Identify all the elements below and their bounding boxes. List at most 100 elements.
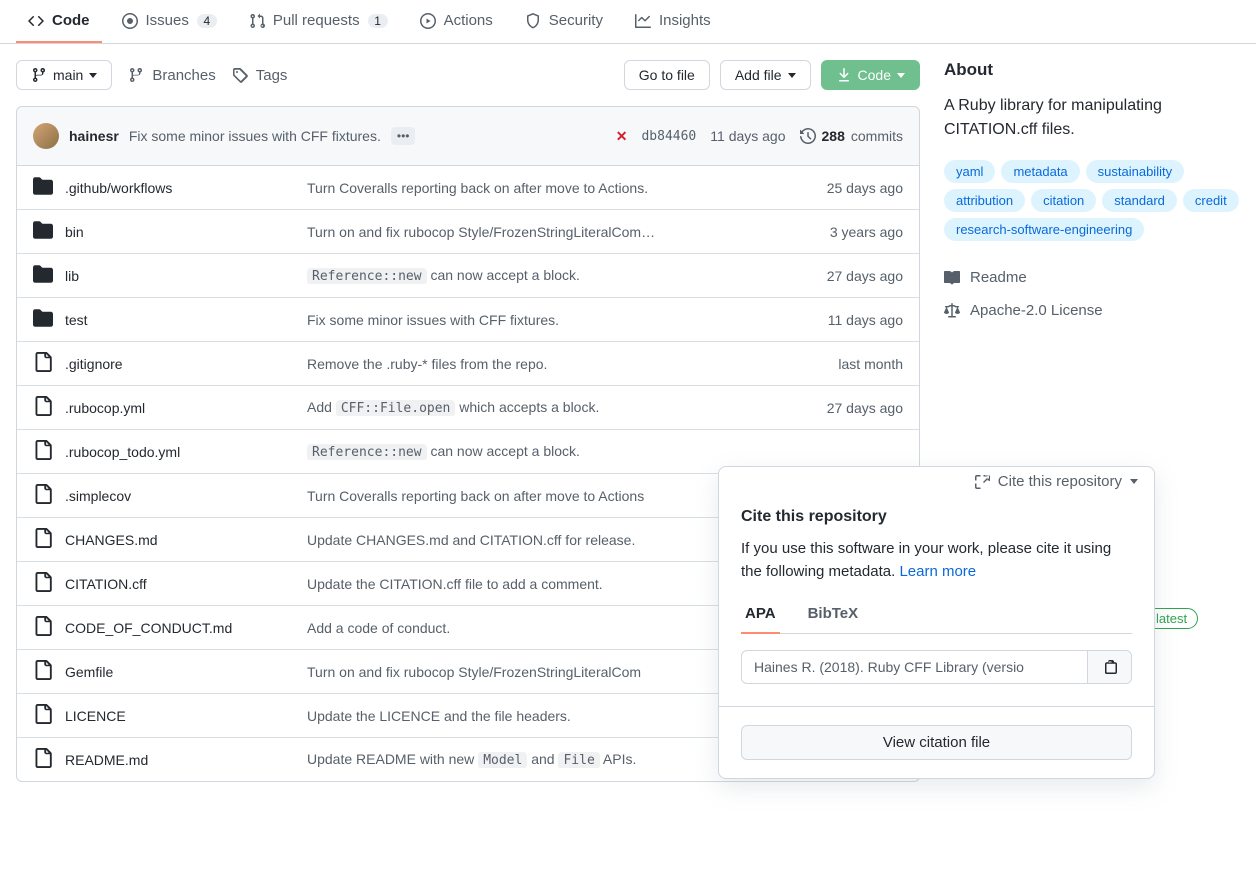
tab-label: Pull requests (273, 12, 360, 29)
file-name[interactable]: .gitignore (65, 356, 295, 372)
tab-insights[interactable]: Insights (623, 0, 723, 43)
cite-trigger-label: Cite this repository (998, 473, 1122, 490)
file-commit-message[interactable]: Turn Coveralls reporting back on after m… (307, 180, 815, 196)
file-icon (33, 748, 53, 771)
file-commit-message[interactable]: Reference::new can now accept a block. (307, 443, 891, 460)
add-file-button[interactable]: Add file (720, 60, 811, 90)
license-link[interactable]: Apache-2.0 License (944, 294, 1240, 327)
file-name[interactable]: .simplecov (65, 488, 295, 504)
tab-badge: 4 (197, 14, 217, 28)
about-heading: About (944, 60, 1240, 80)
commits-count: 288 (822, 128, 845, 144)
readme-link[interactable]: Readme (944, 261, 1240, 294)
file-name[interactable]: CHANGES.md (65, 532, 295, 548)
file-icon (33, 616, 53, 639)
topic-tag[interactable]: attribution (944, 189, 1025, 212)
topic-tag[interactable]: yaml (944, 160, 995, 183)
file-name[interactable]: LICENCE (65, 708, 295, 724)
file-icon (33, 396, 53, 419)
code-button[interactable]: Code (821, 60, 920, 90)
file-time: 11 days ago (828, 312, 903, 328)
topic-tag[interactable]: metadata (1001, 160, 1079, 183)
file-name[interactable]: test (65, 312, 295, 328)
copy-button[interactable] (1087, 651, 1131, 683)
citation-box: Haines R. (2018). Ruby CFF Library (vers… (741, 650, 1132, 684)
tab-issues[interactable]: Issues 4 (110, 0, 229, 43)
file-commit-message[interactable]: Remove the .ruby-* files from the repo. (307, 356, 826, 372)
file-name[interactable]: .rubocop_todo.yml (65, 444, 295, 460)
commit-author[interactable]: hainesr (69, 128, 119, 144)
ellipsis-button[interactable]: ••• (391, 127, 416, 145)
status-fail-icon[interactable]: ✕ (616, 128, 628, 145)
tab-code[interactable]: Code (16, 0, 102, 43)
avatar[interactable] (33, 123, 59, 149)
branch-selector[interactable]: main (16, 60, 112, 90)
file-name[interactable]: CODE_OF_CONDUCT.md (65, 620, 295, 636)
topics: yaml metadata sustainability attribution cit… (944, 160, 1240, 241)
file-name[interactable]: bin (65, 224, 295, 240)
shield-icon (525, 13, 541, 29)
file-icon (33, 440, 53, 463)
branch-icon (31, 67, 47, 83)
file-name[interactable]: CITATION.cff (65, 576, 295, 592)
history-icon (800, 128, 816, 144)
file-commit-message[interactable]: Fix some minor issues with CFF fixtures. (307, 312, 816, 328)
format-tab-bibtex[interactable]: BibTeX (804, 595, 863, 634)
law-icon (944, 303, 960, 319)
license-label: Apache-2.0 License (970, 302, 1103, 319)
file-icon (33, 528, 53, 551)
tab-label: Issues (146, 12, 189, 29)
topic-tag[interactable]: standard (1102, 189, 1177, 212)
file-name[interactable]: Gemfile (65, 664, 295, 680)
tab-label: Insights (659, 12, 711, 29)
tags-link[interactable]: Tags (232, 67, 288, 84)
file-name[interactable]: .rubocop.yml (65, 400, 295, 416)
file-icon (33, 572, 53, 595)
file-name[interactable]: lib (65, 268, 295, 284)
file-row: test Fix some minor issues with CFF fixtu… (17, 298, 919, 342)
tags-label: Tags (256, 67, 288, 84)
format-tab-apa[interactable]: APA (741, 595, 780, 634)
tab-pull-requests[interactable]: Pull requests 1 (237, 0, 400, 43)
readme-label: Readme (970, 269, 1027, 286)
branch-icon (128, 67, 144, 83)
file-name[interactable]: .github/workflows (65, 180, 295, 196)
cite-trigger[interactable]: Cite this repository (974, 473, 1138, 490)
view-citation-button[interactable]: View citation file (741, 725, 1132, 760)
file-row: .github/workflows Turn Coveralls reportin… (17, 166, 919, 210)
goto-file-button[interactable]: Go to file (624, 60, 710, 90)
topic-tag[interactable]: research-software-engineering (944, 218, 1144, 241)
file-name[interactable]: README.md (65, 752, 295, 768)
commit-time: 11 days ago (710, 128, 785, 144)
code-label: Code (858, 67, 891, 83)
commit-hash[interactable]: db84460 (641, 129, 696, 144)
tab-actions[interactable]: Actions (408, 0, 505, 43)
tab-security[interactable]: Security (513, 0, 615, 43)
file-commit-message[interactable]: Add CFF::File.open which accepts a block… (307, 399, 815, 416)
chevron-down-icon (897, 73, 905, 78)
book-icon (944, 270, 960, 286)
file-commit-message[interactable]: Turn on and fix rubocop Style/FrozenStri… (307, 224, 818, 240)
latest-commit: hainesr Fix some minor issues with CFF f… (16, 106, 920, 166)
tab-label: Actions (444, 12, 493, 29)
graph-icon (635, 13, 651, 29)
toolbar: main Branches Tags Go to file Add file (16, 60, 920, 90)
branches-label: Branches (152, 67, 215, 84)
download-icon (836, 67, 852, 83)
topic-tag[interactable]: citation (1031, 189, 1096, 212)
issue-icon (122, 13, 138, 29)
commits-link[interactable]: 288 commits (800, 128, 903, 144)
popover-text: If you use this software in your work, p… (741, 538, 1132, 583)
file-commit-message[interactable]: Reference::new can now accept a block. (307, 267, 815, 284)
file-row: .gitignore Remove the .ruby-* files from … (17, 342, 919, 386)
topic-tag[interactable]: credit (1183, 189, 1239, 212)
folder-icon (33, 176, 53, 199)
repo-tabs: Code Issues 4 Pull requests 1 Actions Se… (0, 0, 1256, 44)
commit-message[interactable]: Fix some minor issues with CFF fixtures. (129, 128, 381, 144)
branches-link[interactable]: Branches (128, 67, 215, 84)
popover-title: Cite this repository (741, 508, 1132, 526)
file-icon (33, 484, 53, 507)
citation-text[interactable]: Haines R. (2018). Ruby CFF Library (vers… (742, 651, 1087, 683)
learn-more-link[interactable]: Learn more (899, 563, 976, 580)
topic-tag[interactable]: sustainability (1086, 160, 1184, 183)
